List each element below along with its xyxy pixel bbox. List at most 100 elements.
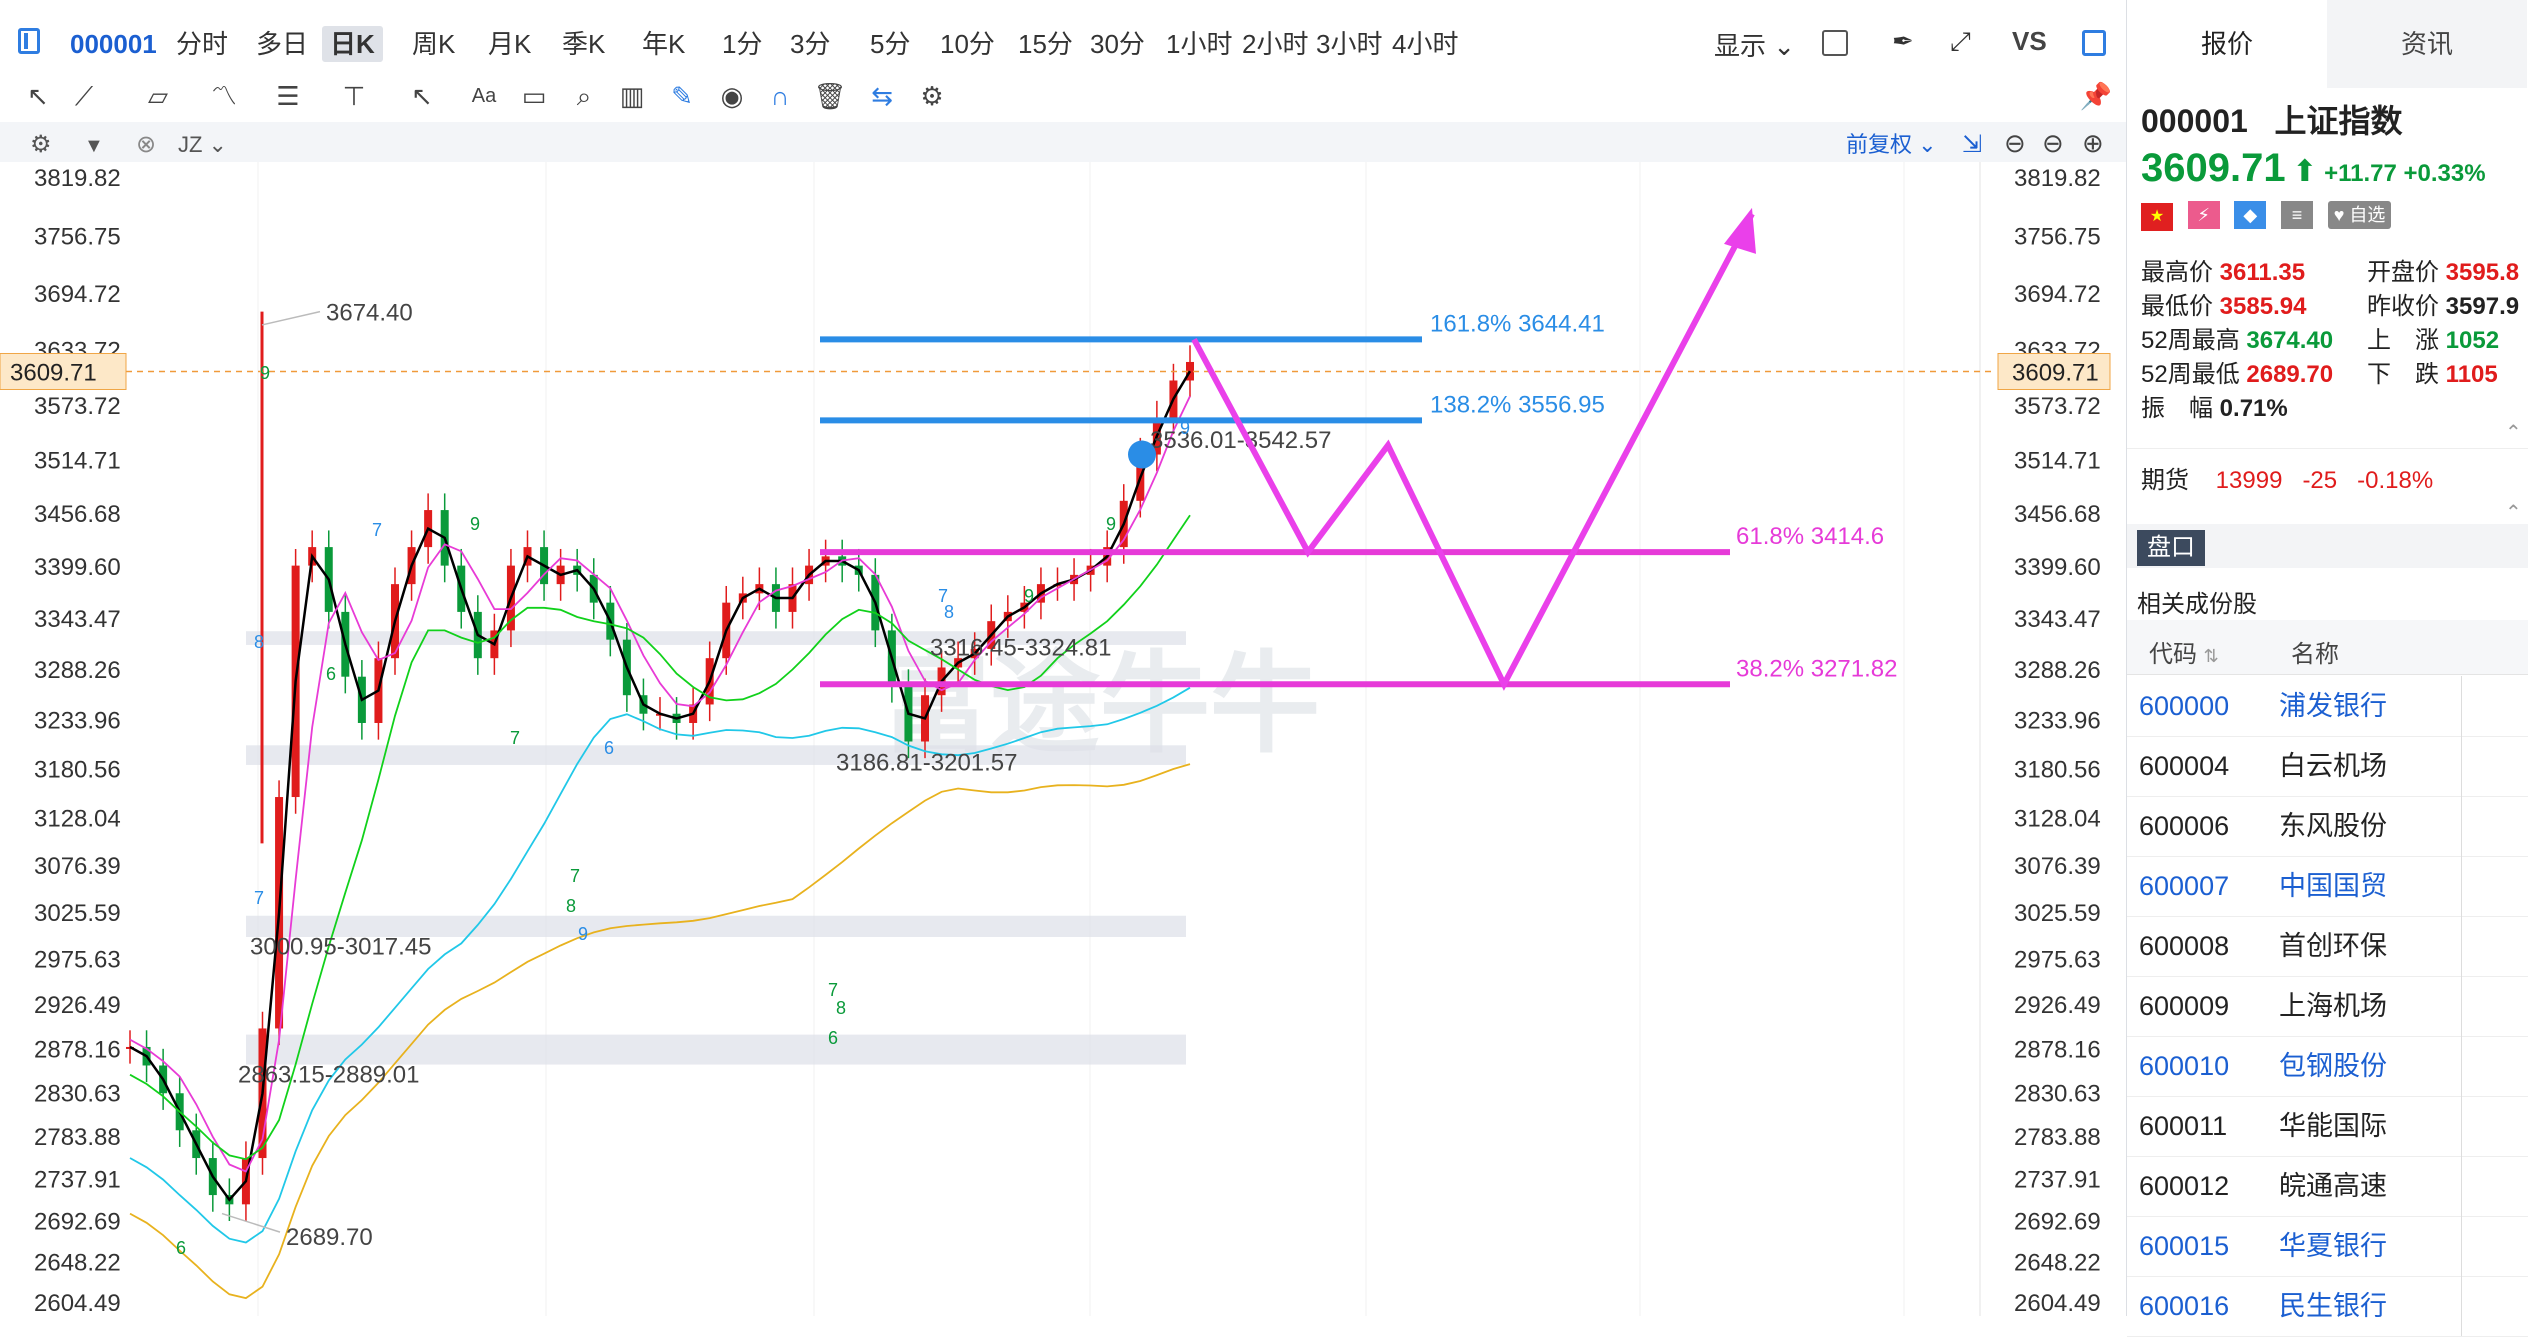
stock-row[interactable]: 600008 首创环保 (2127, 916, 2528, 977)
pankou-button[interactable]: 盘口 (2137, 530, 2205, 566)
line-tool-icon[interactable]: ⟋ (66, 78, 102, 114)
period-tab[interactable]: 5分 (862, 26, 918, 62)
td-count: 7 (510, 728, 520, 748)
quote-name: 上证指数 (2274, 103, 2403, 139)
period-tab[interactable]: 4小时 (1384, 26, 1466, 62)
tag-icon[interactable]: ◆ (2234, 201, 2267, 229)
period-tab[interactable]: 1分 (714, 26, 770, 62)
kline-chart[interactable]: ⚙ ▼ ⊗ JZ ⌄ 前复权 ⌄ ⇲ ⊖ ⊖ ⊕ 3819.82 3819.82 3756.75 375… (0, 122, 2126, 1317)
price-axis-label-left: 3076.39 (34, 853, 121, 880)
stock-row[interactable]: 600016 民生银行 (2127, 1276, 2528, 1337)
period-tab[interactable]: 分时 (168, 26, 236, 62)
collapse-icon-2[interactable]: ⌃ (2505, 500, 2522, 525)
search-icon[interactable]: ⌕ (566, 78, 602, 114)
up-count: 1052 (2445, 327, 2500, 354)
related-title: 相关成份股 (2137, 591, 2257, 618)
note-icon[interactable]: ≡ (2281, 201, 2314, 229)
period-tab[interactable]: 15分 (1010, 26, 1081, 62)
stats-icon[interactable]: ▥ (614, 78, 650, 114)
price-axis-label-right: 2648.22 (2014, 1250, 2101, 1277)
price-axis-label-left: 3456.68 (34, 501, 121, 528)
price-axis-label-right: 3180.56 (2014, 757, 2101, 784)
current-price-text-left: 3609.71 (10, 359, 97, 386)
fullscreen-icon[interactable]: ⤢ (1950, 26, 1971, 58)
td-count: 7 (254, 888, 264, 908)
wave-tool-icon[interactable]: 〽 (206, 78, 242, 114)
stock-code: 600009 (2139, 991, 2230, 1021)
display-menu[interactable]: 显示 ⌄ (1714, 26, 1795, 63)
draw-pen-icon[interactable]: ✒ (1892, 26, 1914, 57)
eye-icon[interactable]: ◉ (714, 78, 750, 114)
pin-icon[interactable]: 📌 (2078, 78, 2114, 114)
channel-tool-icon[interactable]: ▱ (140, 78, 176, 114)
magnet-icon[interactable]: ∩ (762, 78, 798, 114)
period-tab[interactable]: 月K (480, 26, 539, 62)
sync-icon[interactable]: ⇆ (864, 78, 900, 114)
price-axis-label-left: 3233.96 (34, 707, 121, 734)
stock-row[interactable]: 600011 华能国际 (2127, 1096, 2528, 1157)
price-axis-label-right: 2830.63 (2014, 1081, 2101, 1108)
tab-quote[interactable]: 报价 (2127, 0, 2327, 91)
stock-row[interactable]: 600009 上海机场 (2127, 976, 2528, 1037)
period-tab[interactable]: 3小时 (1308, 26, 1390, 62)
text-tool-icon[interactable]: Aa (466, 78, 502, 114)
price-axis-label-right: 3076.39 (2014, 853, 2101, 880)
price-axis-label-right: 3694.72 (2014, 281, 2101, 308)
current-price-text-right: 3609.71 (2012, 359, 2099, 386)
col-code[interactable]: 代码 ⇅ (2149, 634, 2219, 669)
price-axis-label-right: 2737.91 (2014, 1166, 2101, 1193)
price-axis-label-left: 2648.22 (34, 1250, 121, 1277)
cursor-icon[interactable]: ↖ (20, 78, 56, 114)
close-icon: ⊗ (136, 131, 156, 158)
period-tab[interactable]: 1小时 (1158, 26, 1240, 62)
col-name[interactable]: 名称 (2291, 634, 2339, 669)
stock-row[interactable]: 600010 包钢股份 (2127, 1036, 2528, 1097)
price-axis-label-left: 3399.60 (34, 554, 121, 581)
flash-icon[interactable]: ⚡ (2187, 201, 2220, 229)
measure-tool-icon[interactable]: ⊤ (336, 78, 372, 114)
price-axis-label-left: 3514.71 (34, 447, 121, 474)
panel-toggle-icon[interactable] (2082, 30, 2106, 56)
stock-code[interactable]: 000001 (62, 26, 165, 62)
vs-button[interactable]: VS (2012, 26, 2047, 57)
layout-icon[interactable] (18, 28, 40, 54)
chart-svg[interactable]: ⚙ ▼ ⊗ JZ ⌄ 前复权 ⌄ ⇲ ⊖ ⊖ ⊕ 3819.82 3819.82 3756.75 375… (0, 122, 2126, 1317)
period-tab[interactable]: 季K (554, 26, 613, 62)
fib-tool-icon[interactable]: ☰ (270, 78, 306, 114)
collapse-icon[interactable]: ⌃ (2505, 420, 2522, 445)
price-axis-label-right: 2604.49 (2014, 1290, 2101, 1316)
gear-icon[interactable]: ⚙ (914, 78, 950, 114)
comment-icon[interactable]: ▭ (516, 78, 552, 114)
tab-news[interactable]: 资讯 (2327, 0, 2527, 88)
period-tab[interactable]: 30分 (1082, 26, 1153, 62)
watchlist-button[interactable]: ♥ 自选 (2327, 201, 2392, 229)
support-zone (246, 1034, 1186, 1065)
period-tab[interactable]: 多日 (248, 26, 316, 62)
period-tab[interactable]: 周K (404, 26, 463, 62)
stock-name: 民生银行 (2279, 1291, 2387, 1321)
brush-icon[interactable]: ✎ (664, 78, 700, 114)
price-axis-label-left: 2692.69 (34, 1208, 121, 1235)
checkbox-icon[interactable] (1822, 30, 1848, 56)
stock-code: 600011 (2139, 1111, 2228, 1141)
period-tab[interactable]: 日K (322, 26, 383, 62)
period-tab[interactable]: 3分 (782, 26, 838, 62)
stock-row[interactable]: 600015 华夏银行 (2127, 1216, 2528, 1277)
stock-row[interactable]: 600012 皖通高速 (2127, 1156, 2528, 1217)
stock-row[interactable]: 600000 浦发银行 (2127, 676, 2528, 737)
period-tab[interactable]: 10分 (932, 26, 1003, 62)
td-count: 6 (604, 738, 614, 758)
price-axis-label-right: 3399.60 (2014, 554, 2101, 581)
trash-icon[interactable]: 🗑 (812, 78, 848, 114)
period-tab[interactable]: 2小时 (1234, 26, 1316, 62)
price-axis-label-left: 3756.75 (34, 223, 121, 250)
stock-row[interactable]: 600004 白云机场 (2127, 736, 2528, 797)
amplitude: 0.71% (2219, 395, 2288, 422)
stock-name: 东风股份 (2279, 811, 2387, 841)
arrow-tool-icon[interactable]: ↖ (404, 78, 440, 114)
stock-row[interactable]: 600007 中国国贸 (2127, 856, 2528, 917)
price-axis-label-right: 3514.71 (2014, 447, 2101, 474)
settings-icon: ⚙ (30, 131, 52, 158)
period-tab[interactable]: 年K (634, 26, 693, 62)
stock-row[interactable]: 600006 东风股份 (2127, 796, 2528, 857)
